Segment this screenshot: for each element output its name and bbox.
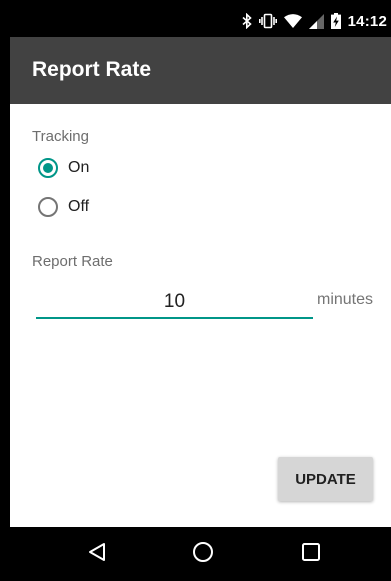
navigation-bar: [10, 527, 391, 581]
report-rate-label: Report Rate: [32, 253, 113, 270]
recents-button[interactable]: [296, 539, 326, 569]
signal-icon: [308, 13, 324, 29]
page-title: Report Rate: [32, 58, 152, 81]
bluetooth-icon: [242, 13, 252, 29]
vibrate-icon: [258, 13, 277, 29]
wifi-icon: [283, 14, 302, 28]
back-icon: [88, 542, 106, 567]
main-content: Tracking On Off Report Rate minutes UPDA…: [10, 104, 391, 527]
home-button[interactable]: [188, 539, 218, 569]
recents-icon: [301, 542, 321, 567]
report-rate-unit: minutes: [317, 291, 374, 308]
home-icon: [192, 541, 214, 568]
tracking-on-label: On: [68, 159, 90, 176]
tracking-off-label: Off: [68, 198, 90, 215]
update-button[interactable]: UPDATE: [278, 457, 373, 501]
app-bar: Report Rate: [10, 37, 391, 104]
status-time: 14:12: [347, 12, 387, 30]
back-button[interactable]: [82, 539, 112, 569]
tracking-on-radio[interactable]: On: [38, 158, 89, 178]
radio-unchecked-icon: [38, 197, 58, 217]
tracking-label: Tracking: [32, 128, 89, 145]
status-icons: 14:12: [242, 5, 387, 37]
radio-checked-icon: [38, 158, 58, 178]
tracking-off-radio[interactable]: Off: [38, 197, 89, 217]
battery-charging-icon: [330, 13, 341, 29]
report-rate-input[interactable]: [36, 287, 313, 319]
device-screen: 14:12 Report Rate Tracking On Off Report…: [10, 5, 391, 581]
status-bar: 14:12: [10, 5, 391, 37]
